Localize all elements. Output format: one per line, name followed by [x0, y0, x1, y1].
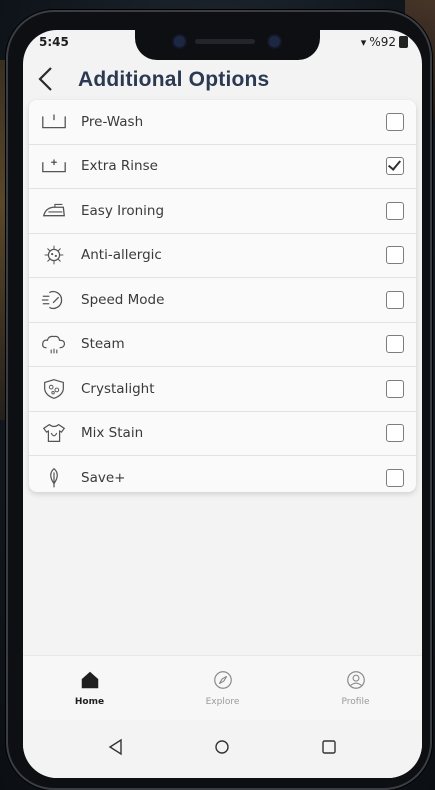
triangle-back-icon [108, 738, 122, 756]
option-checkbox[interactable] [386, 335, 404, 354]
crystalight-icon [39, 377, 69, 401]
tab-label: Home [74, 697, 105, 707]
phone-screen: 5:45 ▾ %92 Additional Options Pre-Wash E… [23, 30, 422, 778]
option-label: Mix Stain [81, 425, 144, 442]
option-row-anti-allergic[interactable]: Anti-allergic [29, 234, 416, 278]
tab-home[interactable]: Home [45, 669, 135, 707]
option-checkbox[interactable] [386, 112, 404, 131]
circle-home-icon [215, 740, 230, 754]
profile-icon [346, 671, 365, 689]
option-row-crystalight[interactable]: Crystalight [29, 367, 416, 412]
option-checkbox[interactable] [386, 201, 404, 220]
nav-recents-button[interactable] [320, 738, 338, 760]
compass-icon [213, 671, 232, 689]
option-row-speed-mode[interactable]: Speed Mode [29, 278, 416, 323]
bottom-tab-bar: Home Explore Profile [23, 655, 422, 720]
notch [135, 30, 320, 60]
options-list: Pre-Wash Extra Rinse Easy Ironing Anti-a… [29, 100, 416, 492]
chevron-left-icon [38, 67, 52, 91]
speed-mode-icon [39, 288, 69, 312]
option-row-pre-wash[interactable]: Pre-Wash [29, 100, 416, 145]
steam-icon [39, 332, 69, 356]
option-label: Anti-allergic [81, 247, 162, 264]
page-title: Additional Options [78, 68, 270, 91]
tab-label: Profile [341, 697, 370, 707]
option-label: Pre-Wash [81, 113, 144, 130]
option-checkbox[interactable] [386, 468, 404, 487]
home-icon [81, 671, 98, 689]
wifi-icon: ▾ [360, 35, 367, 49]
leaf-icon [39, 466, 69, 490]
option-checkbox[interactable] [386, 424, 404, 443]
phone-frame: 5:45 ▾ %92 Additional Options Pre-Wash E… [6, 10, 432, 790]
option-checkbox[interactable] [386, 246, 404, 265]
option-label: Save+ [81, 469, 126, 486]
anti-allergic-icon [39, 243, 69, 267]
option-row-easy-ironing[interactable]: Easy Ironing [29, 189, 416, 234]
option-label: Steam [81, 336, 125, 353]
status-right: ▾ %92 [361, 35, 408, 49]
speaker-grille [195, 39, 255, 44]
header: Additional Options [23, 60, 422, 102]
tab-label: Explore [205, 697, 240, 707]
option-label: Easy Ironing [81, 202, 165, 219]
nav-home-button[interactable] [213, 738, 231, 760]
sensor-icon [270, 37, 279, 46]
option-row-mix-stain[interactable]: Mix Stain [29, 412, 416, 456]
option-row-extra-rinse[interactable]: Extra Rinse [29, 145, 416, 189]
status-time: 5:45 [39, 35, 69, 49]
system-nav-bar [23, 720, 422, 778]
option-checkbox[interactable] [386, 290, 404, 309]
option-label: Crystalight [81, 380, 155, 397]
mix-stain-icon [39, 421, 69, 445]
option-label: Speed Mode [81, 291, 165, 308]
nav-back-button[interactable] [107, 738, 125, 760]
iron-icon [39, 199, 69, 223]
back-button[interactable] [35, 64, 61, 94]
square-recents-icon [322, 740, 336, 754]
tab-explore[interactable]: Explore [178, 669, 268, 707]
option-checkbox-checked[interactable] [386, 157, 404, 176]
tab-profile[interactable]: Profile [311, 669, 401, 707]
option-checkbox[interactable] [386, 379, 404, 398]
camera-icon [175, 37, 184, 46]
battery-percent: %92 [369, 35, 396, 49]
option-row-steam[interactable]: Steam [29, 323, 416, 367]
pre-wash-icon [39, 110, 69, 134]
option-label: Extra Rinse [81, 158, 158, 175]
battery-icon [399, 36, 408, 48]
extra-rinse-icon [39, 154, 69, 178]
option-row-save-plus[interactable]: Save+ [29, 456, 416, 500]
